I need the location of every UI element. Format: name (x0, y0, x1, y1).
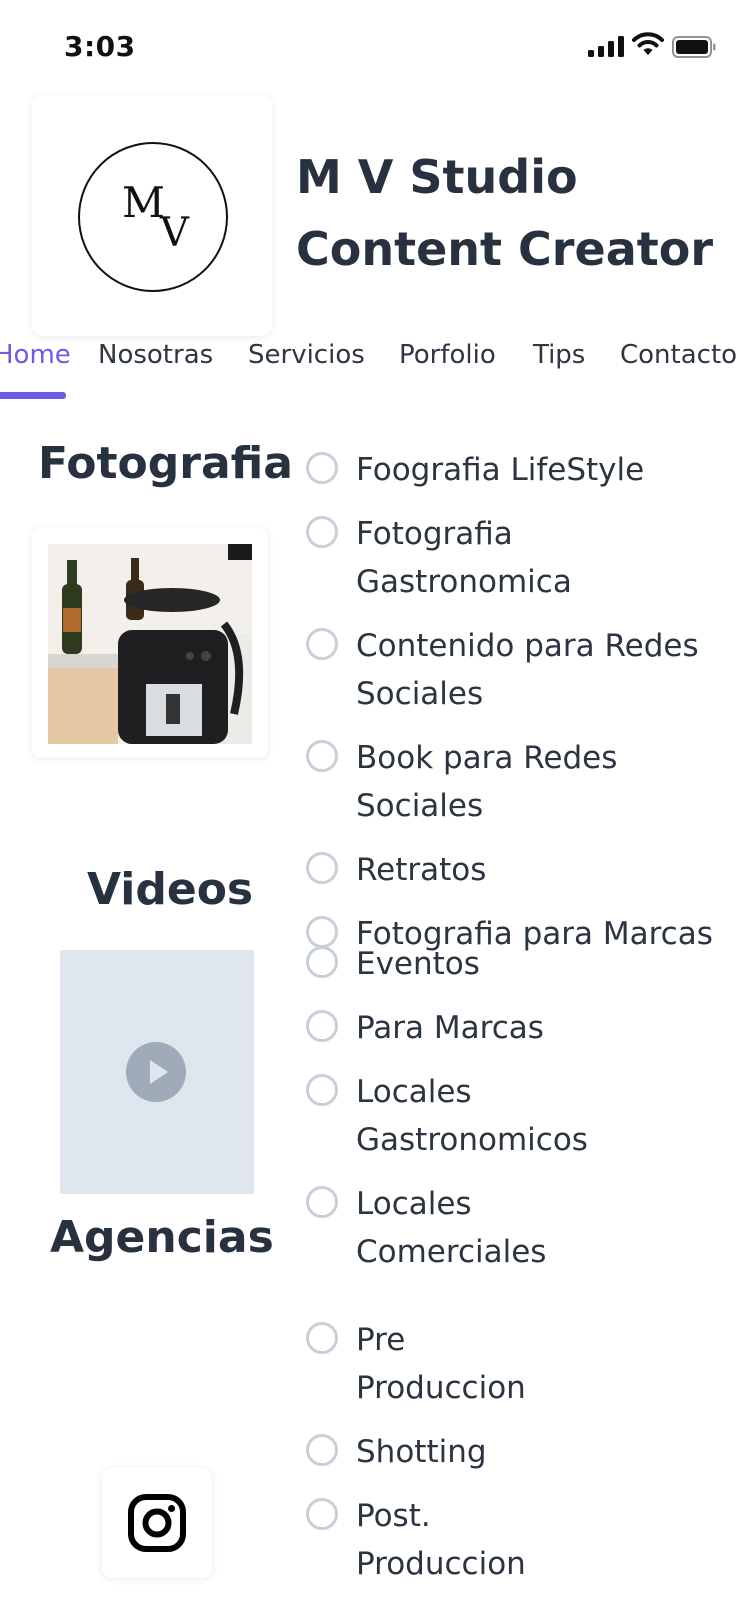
service-label-line2: Sociales (356, 676, 484, 712)
status-time: 3:03 (64, 30, 136, 63)
service-radio[interactable] (306, 1434, 338, 1466)
section-title-videos: Videos (87, 864, 254, 915)
instagram-icon (128, 1494, 186, 1552)
photo-card[interactable] (32, 528, 268, 758)
service-label-line2: Comerciales (356, 1234, 547, 1270)
service-label: Locales (356, 1074, 472, 1110)
logo-mark: M V (78, 142, 228, 292)
brand-title: M V Studio (296, 150, 578, 204)
logo-letter-v: V (160, 210, 189, 256)
service-label-line2: Gastronomica (356, 564, 572, 600)
wifi-icon (632, 32, 664, 55)
service-radio[interactable] (306, 916, 338, 948)
tab-servicios[interactable]: Servicios (248, 340, 365, 370)
service-radio[interactable] (306, 946, 338, 978)
tab-porfolio[interactable]: Porfolio (399, 340, 496, 370)
service-label-line2: Produccion (356, 1370, 526, 1406)
service-radio[interactable] (306, 1074, 338, 1106)
service-radio[interactable] (306, 1186, 338, 1218)
logo-card[interactable]: M V (32, 96, 272, 336)
service-radio[interactable] (306, 852, 338, 884)
active-tab-indicator (0, 392, 66, 399)
service-label: Contenido para Redes (356, 628, 699, 664)
service-label: Locales (356, 1186, 472, 1222)
section-title-agencias: Agencias (50, 1212, 274, 1263)
photo-thumbnail (48, 544, 252, 744)
tab-home[interactable]: Home (0, 340, 71, 370)
play-icon[interactable] (126, 1042, 186, 1102)
service-label-line2: Produccion (356, 1546, 526, 1582)
tab-contacto[interactable]: Contacto (620, 340, 737, 370)
instagram-button[interactable] (102, 1468, 212, 1578)
service-label: Foografia LifeStyle (356, 452, 645, 488)
service-radio[interactable] (306, 1010, 338, 1042)
tab-nosotras[interactable]: Nosotras (98, 340, 213, 370)
battery-icon (672, 36, 716, 58)
service-radio[interactable] (306, 1322, 338, 1354)
logo-letter-m: M (122, 178, 166, 227)
service-radio[interactable] (306, 516, 338, 548)
service-label: Pre (356, 1322, 406, 1358)
service-label-line2: Gastronomicos (356, 1122, 588, 1158)
service-label: Fotografia (356, 516, 513, 552)
service-radio[interactable] (306, 452, 338, 484)
service-label: Retratos (356, 852, 487, 888)
service-radio[interactable] (306, 1498, 338, 1530)
cellular-signal-icon (588, 35, 624, 57)
service-label: Post. (356, 1498, 431, 1534)
brand-subtitle: Content Creator (296, 222, 714, 276)
section-title-fotografia: Fotografia (38, 438, 293, 489)
service-radio[interactable] (306, 628, 338, 660)
tab-tips[interactable]: Tips (533, 340, 585, 370)
service-label: Para Marcas (356, 1010, 544, 1046)
service-label: Shotting (356, 1434, 487, 1470)
service-label: Eventos (356, 946, 480, 982)
service-label: Book para Redes (356, 740, 618, 776)
service-radio[interactable] (306, 740, 338, 772)
service-label-line2: Sociales (356, 788, 484, 824)
video-player[interactable] (60, 950, 254, 1194)
